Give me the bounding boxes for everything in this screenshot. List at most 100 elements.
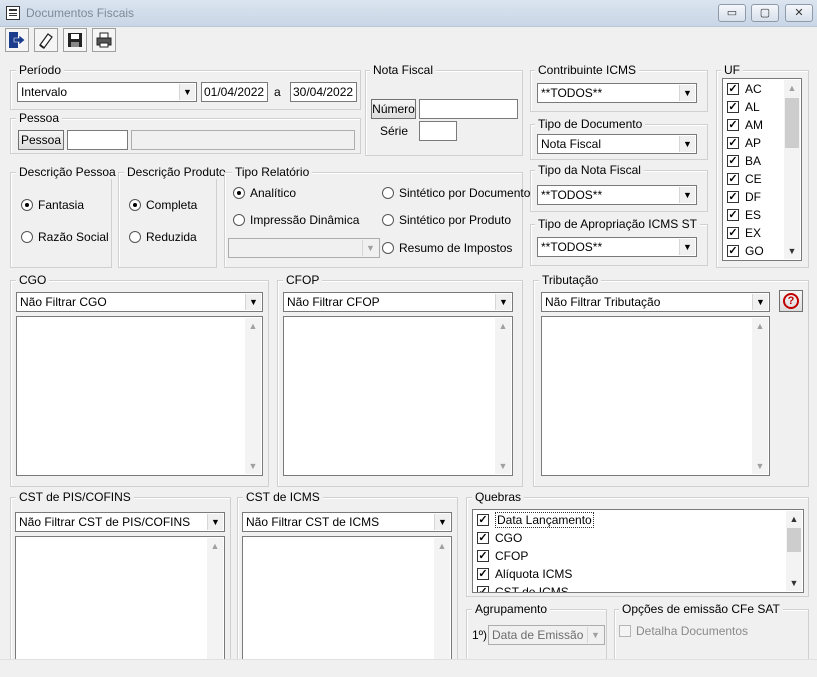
- radio-impressao-dinamica[interactable]: [233, 214, 245, 226]
- minimize-button[interactable]: ▭: [718, 4, 746, 22]
- app-icon: [6, 6, 20, 20]
- help-button[interactable]: ?: [779, 290, 803, 312]
- uf-item[interactable]: ✓ AL: [727, 98, 760, 116]
- scroll-up-icon[interactable]: ▲: [784, 80, 800, 96]
- serie-field[interactable]: [419, 121, 457, 141]
- uf-item[interactable]: ✓ CE: [727, 170, 762, 188]
- cgo-list[interactable]: ▲ ▼: [16, 316, 263, 476]
- cfop-list[interactable]: ▲ ▼: [283, 316, 513, 476]
- cst-icms-combo[interactable]: Não Filtrar CST de ICMS ▼: [242, 512, 452, 532]
- scroll-up-icon[interactable]: ▲: [786, 511, 802, 527]
- scroll-up-icon[interactable]: ▲: [752, 318, 768, 334]
- quebras-list[interactable]: ✓ Data Lançamento ✓ CGO ✓ CFOP ✓ Alíquota IC…: [472, 509, 804, 593]
- completa-label: Completa: [146, 198, 198, 212]
- periodo-combo[interactable]: Intervalo ▼: [17, 82, 197, 102]
- quebra-item[interactable]: ✓ Alíquota ICMS: [477, 565, 572, 583]
- uf-item[interactable]: ✓ AM: [727, 116, 763, 134]
- tributacao-list[interactable]: ▲ ▼: [541, 316, 770, 476]
- reduzida-label: Reduzida: [146, 230, 197, 244]
- agrupamento-combo-value: Data de Emissão: [492, 628, 584, 642]
- tributacao-scrollbar[interactable]: ▲ ▼: [752, 318, 768, 474]
- radio-fantasia[interactable]: [21, 199, 33, 211]
- descricao-produto-group: [118, 172, 217, 268]
- quebra-item[interactable]: ✓ CGO: [477, 529, 522, 547]
- contribuinte-combo[interactable]: **TODOS** ▼: [537, 83, 697, 103]
- agrupamento-combo: Data de Emissão ▼: [488, 625, 605, 645]
- uf-item[interactable]: ✓ GO: [727, 242, 764, 260]
- radio-razao-social[interactable]: [21, 231, 33, 243]
- print-button[interactable]: [92, 28, 116, 52]
- quebra-item[interactable]: ✓ CST de ICMS: [477, 583, 569, 592]
- tipo-nota-combo[interactable]: **TODOS** ▼: [537, 185, 697, 205]
- scroll-up-icon[interactable]: ▲: [245, 318, 261, 334]
- uf-item[interactable]: ✓ ES: [727, 206, 761, 224]
- scroll-down-icon[interactable]: ▼: [495, 458, 511, 474]
- uf-item[interactable]: ✓ EX: [727, 224, 761, 242]
- impressao-dinamica-combo: ▼: [228, 238, 380, 258]
- checkbox-checked-icon: ✓: [477, 586, 489, 592]
- cst-pis-scrollbar[interactable]: ▲: [207, 538, 223, 661]
- quebra-item[interactable]: ✓ Data Lançamento: [477, 511, 594, 529]
- scroll-thumb[interactable]: [785, 98, 799, 148]
- uf-item[interactable]: ✓ BA: [727, 152, 761, 170]
- numero-field[interactable]: [419, 99, 518, 119]
- clear-button[interactable]: [34, 28, 58, 52]
- save-button[interactable]: [63, 28, 87, 52]
- uf-label: AM: [745, 118, 763, 132]
- quebras-legend: Quebras: [472, 490, 525, 504]
- pessoa-code-field[interactable]: [67, 130, 128, 150]
- cfop-legend: CFOP: [283, 273, 323, 287]
- cfop-combo[interactable]: Não Filtrar CFOP ▼: [283, 292, 513, 312]
- uf-item[interactable]: ✓ AC: [727, 80, 762, 98]
- cgo-scrollbar[interactable]: ▲ ▼: [245, 318, 261, 474]
- uf-scrollbar[interactable]: ▲ ▼: [784, 80, 800, 259]
- scroll-up-icon[interactable]: ▲: [434, 538, 450, 554]
- close-button[interactable]: ✕: [785, 4, 813, 22]
- maximize-button[interactable]: ▢: [751, 4, 779, 22]
- scroll-up-icon[interactable]: ▲: [495, 318, 511, 334]
- radio-analitico[interactable]: [233, 187, 245, 199]
- checkbox-checked-icon: ✓: [727, 173, 739, 185]
- radio-completa[interactable]: [129, 199, 141, 211]
- date-from-field[interactable]: 01/04/2022: [201, 82, 268, 102]
- uf-label: DF: [745, 190, 761, 204]
- checkbox-checked-icon: ✓: [477, 514, 489, 526]
- eraser-icon: [39, 33, 53, 49]
- cgo-combo[interactable]: Não Filtrar CGO ▼: [16, 292, 263, 312]
- tipo-apropriacao-legend: Tipo de Apropriação ICMS ST: [535, 217, 700, 231]
- uf-list[interactable]: ✓ AC ✓ AL ✓ AM ✓ AP ✓ BA ✓ CE ✓ DF ✓ ES ✓ EX ✓ GO …: [722, 78, 802, 261]
- scroll-down-icon[interactable]: ▼: [245, 458, 261, 474]
- radio-sintetico-documento[interactable]: [382, 187, 394, 199]
- radio-resumo-impostos[interactable]: [382, 242, 394, 254]
- radio-sintetico-produto[interactable]: [382, 214, 394, 226]
- date-to-field[interactable]: 30/04/2022: [290, 82, 357, 102]
- scroll-down-icon[interactable]: ▼: [786, 575, 802, 591]
- uf-item[interactable]: ✓ AP: [727, 134, 761, 152]
- scroll-down-icon[interactable]: ▼: [784, 243, 800, 259]
- cfop-scrollbar[interactable]: ▲ ▼: [495, 318, 511, 474]
- pessoa-button[interactable]: Pessoa: [18, 130, 64, 150]
- tipo-documento-combo[interactable]: Nota Fiscal ▼: [537, 134, 697, 154]
- uf-item[interactable]: ✓ DF: [727, 188, 761, 206]
- tipo-nota-legend: Tipo da Nota Fiscal: [535, 163, 644, 177]
- chevron-down-icon: ▼: [245, 294, 261, 310]
- numero-button[interactable]: Número: [371, 99, 416, 119]
- uf-label: BA: [745, 154, 762, 168]
- cst-icms-scrollbar[interactable]: ▲: [434, 538, 450, 661]
- tributacao-combo[interactable]: Não Filtrar Tributação ▼: [541, 292, 770, 312]
- exit-button[interactable]: [5, 28, 29, 52]
- sintetico-produto-label: Sintético por Produto: [399, 213, 512, 227]
- nota-fiscal-legend: Nota Fiscal: [370, 63, 437, 77]
- quebra-item[interactable]: ✓ CFOP: [477, 547, 528, 565]
- cst-pis-list[interactable]: ▲: [15, 536, 225, 661]
- scroll-thumb[interactable]: [787, 528, 801, 552]
- uf-label: EX: [745, 226, 762, 240]
- scroll-down-icon[interactable]: ▼: [752, 458, 768, 474]
- radio-reduzida[interactable]: [129, 231, 141, 243]
- quebras-scrollbar[interactable]: ▲ ▼: [786, 511, 802, 591]
- scroll-up-icon[interactable]: ▲: [207, 538, 223, 554]
- tipo-apropriacao-combo[interactable]: **TODOS** ▼: [537, 237, 697, 257]
- impressao-dinamica-label: Impressão Dinâmica: [250, 213, 360, 227]
- cst-pis-combo[interactable]: Não Filtrar CST de PIS/COFINS ▼: [15, 512, 225, 532]
- cst-icms-list[interactable]: ▲: [242, 536, 452, 661]
